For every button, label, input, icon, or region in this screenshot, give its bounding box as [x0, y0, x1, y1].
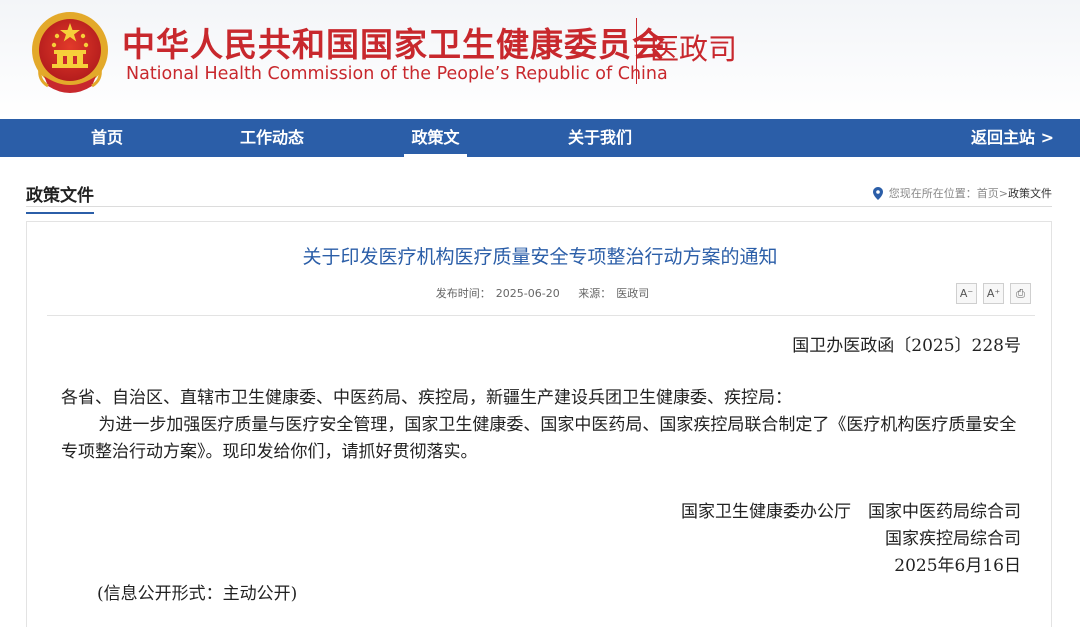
- article-meta: 发布时间： 2025-06-20 来源： 医政司: [27, 285, 1053, 301]
- article-panel: 关于印发医疗机构医疗质量安全专项整治行动方案的通知 发布时间： 2025-06-2…: [26, 221, 1052, 627]
- article-tools: A⁻ A⁺ ⎙: [956, 283, 1031, 304]
- site-header: 中华人民共和国国家卫生健康委员会 National Health Commiss…: [0, 0, 1080, 119]
- article-divider: [47, 315, 1035, 316]
- site-title-cn: 中华人民共和国国家卫生健康委员会: [122, 25, 666, 64]
- nav-item-home[interactable]: 首页: [57, 119, 157, 157]
- return-main-site-link[interactable]: 返回主站 >: [960, 119, 1065, 157]
- nav-item-policy-documents[interactable]: 政策文件: [404, 119, 467, 185]
- font-decrease-icon[interactable]: A⁻: [956, 283, 977, 304]
- section-divider: [26, 206, 1052, 207]
- breadcrumb-prefix: 您现在所在位置：: [888, 187, 977, 200]
- body-paragraph: 为进一步加强医疗质量与医疗安全管理，国家卫生健康委、国家中医药局、国家疾控局联合…: [61, 415, 1017, 462]
- signature-line-2: 国家疾控局综合司: [885, 529, 1021, 549]
- source-label: 来源：: [578, 287, 612, 300]
- main-nav: 首页 工作动态 政策文件 关于我们 返回主站 >: [0, 119, 1080, 185]
- site-title-en: National Health Commission of the People…: [126, 64, 668, 84]
- publication-form: (信息公开形式：主动公开): [97, 584, 298, 604]
- breadcrumb: 您现在所在位置： 首页 > 政策文件: [872, 185, 1052, 201]
- breadcrumb-separator: >: [998, 186, 1008, 200]
- department-name: 医政司: [650, 32, 738, 66]
- print-icon[interactable]: ⎙: [1010, 283, 1031, 304]
- signature-line-1: 国家卫生健康委办公厅 国家中医药局综合司: [681, 502, 1021, 522]
- nav-item-about-us[interactable]: 关于我们: [550, 119, 650, 157]
- sign-date: 2025年6月16日: [894, 556, 1021, 576]
- title-divider: [636, 18, 637, 84]
- recipients-paragraph: 各省、自治区、直辖市卫生健康委、中医药局、疾控局，新疆生产建设兵团卫生健康委、疾…: [61, 388, 792, 408]
- breadcrumb-current[interactable]: 政策文件: [1008, 185, 1052, 201]
- document-number: 国卫办医政函〔2025〕228号: [792, 336, 1021, 356]
- breadcrumb-home-link[interactable]: 首页: [977, 185, 999, 201]
- publish-time-label: 发布时间：: [435, 287, 491, 300]
- font-increase-icon[interactable]: A⁺: [983, 283, 1004, 304]
- publish-date: 2025-06-20: [495, 287, 560, 300]
- source-value: 医政司: [616, 287, 650, 300]
- nav-item-work-news[interactable]: 工作动态: [222, 119, 322, 157]
- section-title: 政策文件: [26, 181, 94, 214]
- national-emblem-icon[interactable]: [30, 10, 110, 98]
- article-title: 关于印发医疗机构医疗质量安全专项整治行动方案的通知: [302, 246, 778, 268]
- location-pin-icon: [872, 186, 883, 200]
